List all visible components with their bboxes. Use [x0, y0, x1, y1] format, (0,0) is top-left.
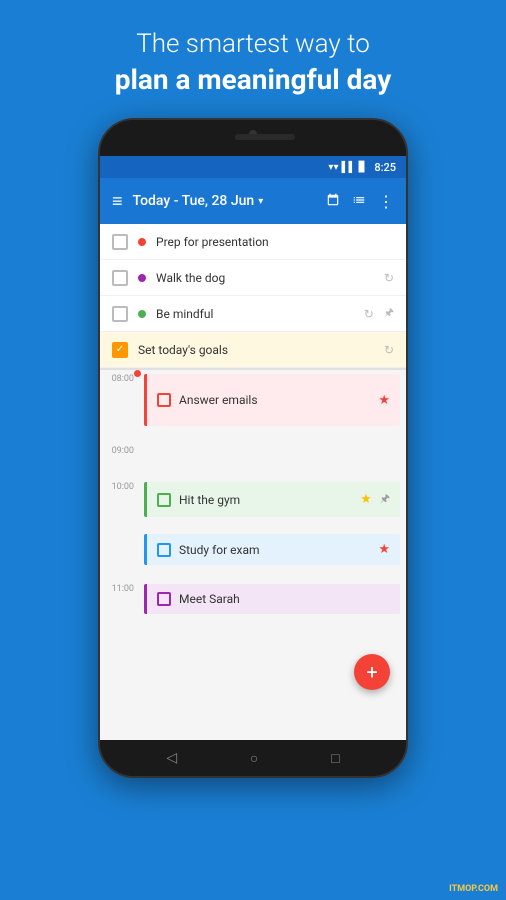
wifi-icon: ▾▾ [328, 162, 338, 173]
phone: ▾▾ ▌▌ ▊ 8:25 ≡ Today - Tue, 28 Jun ▾ [98, 118, 408, 778]
app-toolbar: ≡ Today - Tue, 28 Jun ▾ ⋮ [100, 178, 406, 224]
time-slot-11: 11:00 Meet Sarah [100, 580, 406, 628]
task-checkbox-mindful[interactable] [112, 306, 128, 322]
task-text-prep: Prep for presentation [156, 235, 394, 249]
sched-checkbox-study[interactable] [157, 543, 171, 557]
schedule-task-gym[interactable]: Hit the gym ★ 🖈 [144, 482, 400, 517]
sched-checkbox-sarah[interactable] [157, 592, 171, 606]
task-dot-dog [138, 274, 146, 282]
phone-top-bezel [100, 120, 406, 156]
phone-screen: ▾▾ ▌▌ ▊ 8:25 ≡ Today - Tue, 28 Jun ▾ [100, 156, 406, 740]
home-button[interactable]: ○ [250, 750, 258, 767]
time-label-11: 11:00 [100, 580, 138, 628]
current-time-dot [134, 370, 141, 377]
repeat-icon-dog: ↻ [384, 271, 394, 285]
goal-checkbox[interactable]: ✓ [112, 342, 128, 358]
sched-text-sarah: Meet Sarah [179, 592, 390, 606]
sched-text-study: Study for exam [179, 543, 370, 557]
task-dot-mindful [138, 310, 146, 318]
signal-icon: ▌▌ [341, 162, 355, 173]
time-label-9: 09:00 [100, 442, 138, 478]
toolbar-title: Today - Tue, 28 Jun ▾ [133, 193, 316, 209]
time-content-10: Hit the gym ★ 🖈 [138, 478, 406, 530]
list-icon[interactable] [352, 192, 366, 211]
repeat-icon-mindful: ↻ [364, 307, 374, 321]
fab-button[interactable]: + [354, 654, 390, 690]
star-icon-study: ★ [378, 542, 390, 557]
schedule-task-sarah[interactable]: Meet Sarah [144, 584, 400, 614]
calendar-icon[interactable] [326, 192, 340, 211]
toolbar-icons: ⋮ [326, 192, 394, 211]
goal-item: ✓ Set today's goals ↻ [100, 332, 406, 368]
status-time: 8:25 [374, 161, 396, 174]
battery-icon: ▊ [359, 162, 367, 173]
task-text-dog: Walk the dog [156, 271, 374, 285]
list-item: Be mindful ↻ 🖈 [100, 296, 406, 332]
goal-text: Set today's goals [138, 343, 374, 357]
tagline-regular: The smartest way to [30, 28, 476, 62]
time-content-8: Answer emails ★ [138, 370, 406, 442]
time-label-study [100, 530, 138, 580]
chevron-down-icon[interactable]: ▾ [258, 196, 263, 207]
back-button[interactable]: ◁ [166, 750, 177, 766]
list-item: Prep for presentation [100, 224, 406, 260]
list-item: Walk the dog ↻ [100, 260, 406, 296]
time-slot-8: 08:00 Answer emails ★ [100, 370, 406, 442]
tagline-bold: plan a meaningful day [30, 62, 476, 98]
schedule-area: 08:00 Answer emails ★ 09:00 [100, 370, 406, 740]
task-list-top: Prep for presentation Walk the dog ↻ Be … [100, 224, 406, 369]
header: The smartest way to plan a meaningful da… [0, 0, 506, 118]
menu-icon[interactable]: ≡ [112, 191, 123, 212]
more-icon[interactable]: ⋮ [378, 192, 394, 211]
time-label-10: 10:00 [100, 478, 138, 530]
phone-wrapper: ▾▾ ▌▌ ▊ 8:25 ≡ Today - Tue, 28 Jun ▾ [0, 118, 506, 778]
sched-checkbox-emails[interactable] [157, 393, 171, 407]
toolbar-title-text: Today - Tue, 28 Jun [133, 193, 255, 209]
recent-button[interactable]: □ [331, 750, 339, 767]
time-slot-9: 09:00 [100, 442, 406, 478]
sched-text-gym: Hit the gym [179, 493, 352, 507]
pin-icon-gym: 🖈 [380, 490, 390, 509]
task-checkbox-prep[interactable] [112, 234, 128, 250]
star-icon-gym: ★ [360, 492, 372, 507]
status-bar: ▾▾ ▌▌ ▊ 8:25 [100, 156, 406, 178]
schedule-task-study[interactable]: Study for exam ★ [144, 534, 400, 565]
time-slot-study: Study for exam ★ [100, 530, 406, 580]
time-content-9 [138, 442, 406, 478]
task-text-mindful: Be mindful [156, 307, 354, 321]
pin-icon-mindful: 🖈 [384, 304, 394, 323]
goal-repeat-icon: ↻ [384, 343, 394, 357]
task-checkbox-dog[interactable] [112, 270, 128, 286]
status-icons: ▾▾ ▌▌ ▊ [328, 162, 366, 173]
task-dot-prep [138, 238, 146, 246]
time-content-11: Meet Sarah [138, 580, 406, 628]
sched-checkbox-gym[interactable] [157, 493, 171, 507]
star-icon-emails: ★ [378, 393, 390, 408]
sched-text-emails: Answer emails [179, 393, 370, 407]
schedule-task-emails[interactable]: Answer emails ★ [144, 374, 400, 426]
time-content-study: Study for exam ★ [138, 530, 406, 580]
watermark: ITMOP.COM [449, 884, 498, 894]
speaker [235, 134, 295, 140]
phone-bottom-nav: ◁ ○ □ [100, 740, 406, 776]
time-label-8: 08:00 [100, 370, 138, 442]
time-slot-10: 10:00 Hit the gym ★ 🖈 [100, 478, 406, 530]
